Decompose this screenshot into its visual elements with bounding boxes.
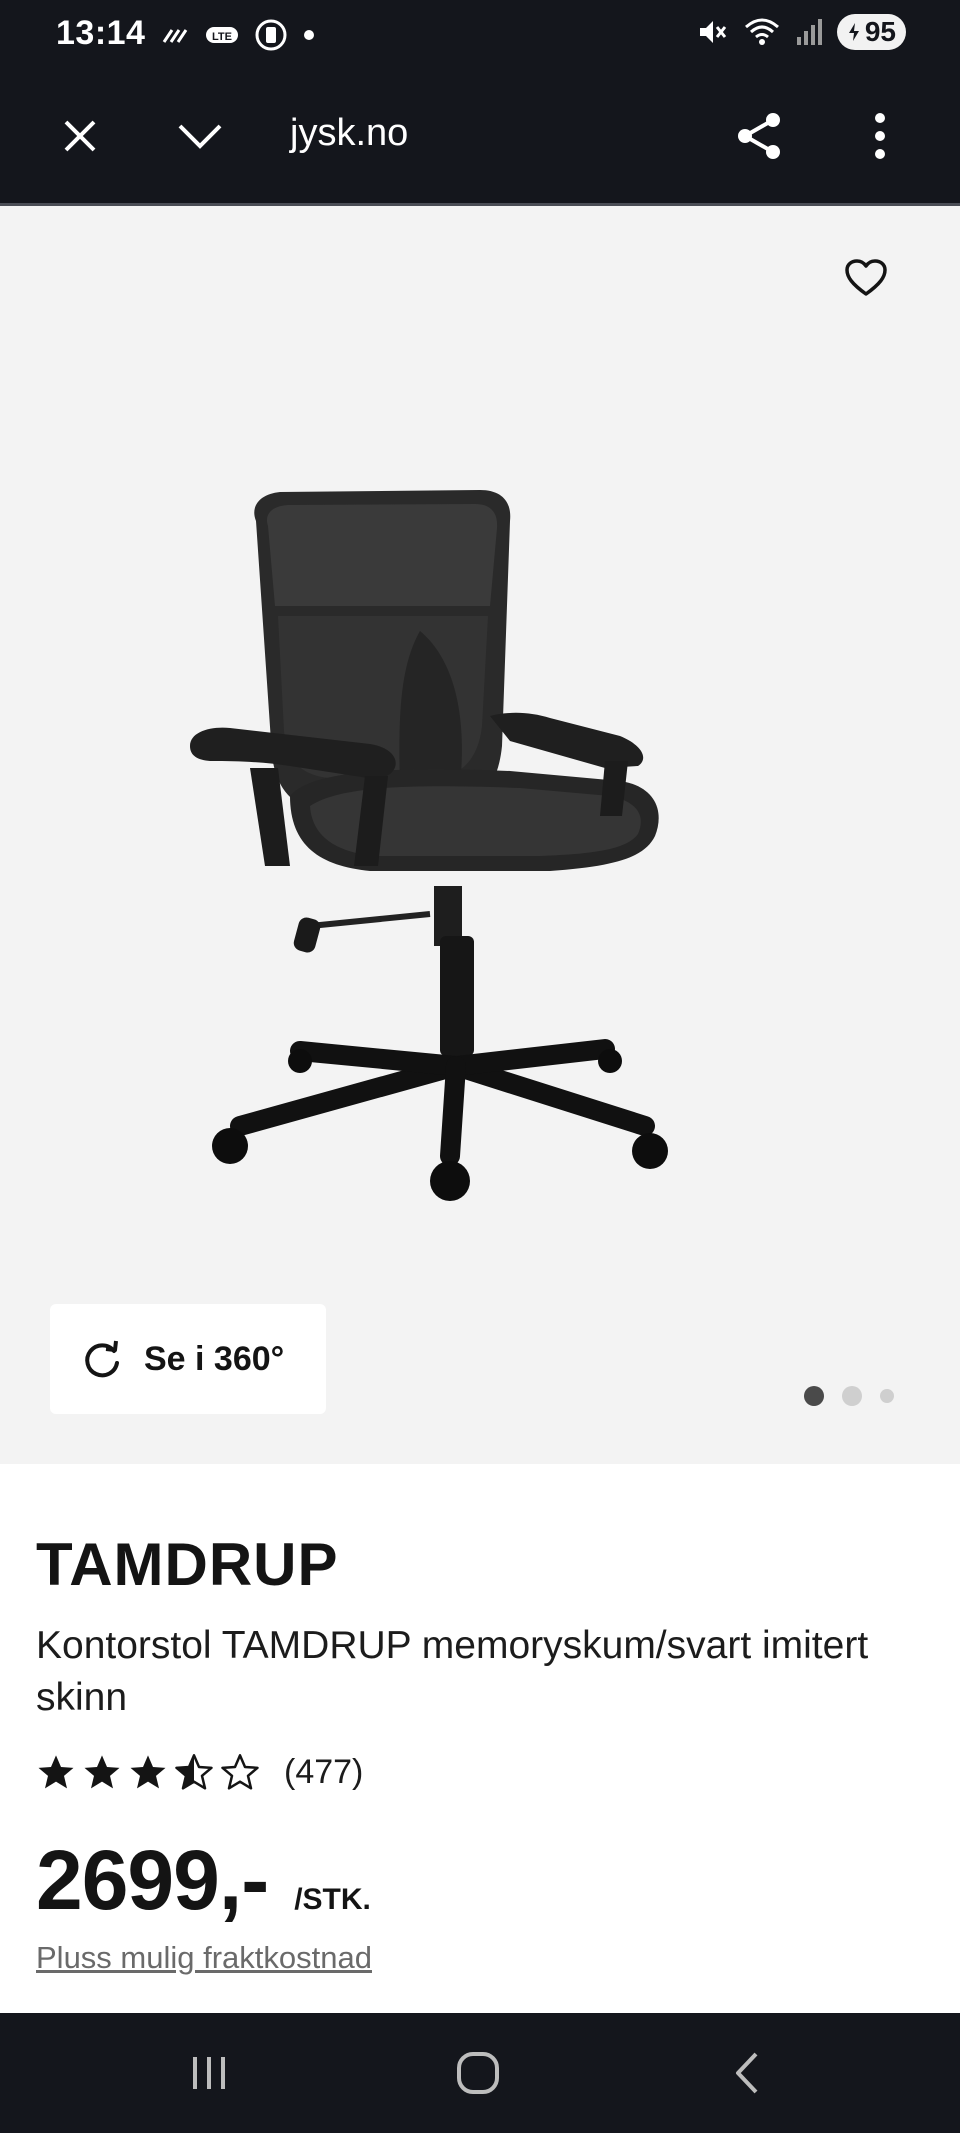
star-full-icon [130,1755,166,1789]
status-time: 13:14 [56,14,146,52]
chevron-down-icon [178,124,222,149]
product-price: 2699,- [36,1833,269,1927]
close-tab-button[interactable] [48,104,112,168]
data-badge-icon: LTE [206,27,238,43]
wifi-icon [744,18,779,45]
carousel-dot-2[interactable] [842,1386,862,1406]
product-description: Kontorstol TAMDRUP memoryskum/svart imit… [36,1624,869,1719]
more-menu-button[interactable] [848,104,912,168]
battery-indicator: 95 [836,14,906,50]
more-vertical-icon [875,113,885,159]
product-image [190,490,668,1201]
product-rating[interactable]: (477) [36,1752,363,1792]
favorite-button[interactable] [836,248,896,308]
recording-icon [255,19,287,51]
share-button[interactable] [728,104,792,168]
heart-icon [845,259,887,296]
view-360-button[interactable]: Se i 360° [50,1304,326,1414]
cell-signal-icon [796,19,822,45]
browser-toolbar: jysk.no [0,70,960,206]
star-full-icon [84,1755,120,1789]
price-unit: /STK. [294,1883,371,1916]
notification-dot-icon [304,30,314,40]
carousel-dot-3[interactable] [880,1389,894,1403]
carousel-dots [804,1386,894,1406]
product-brand: TAMDRUP [36,1531,339,1598]
star-full-icon [38,1755,74,1789]
rotate-icon [85,1340,119,1378]
signal-lines-icon [162,29,188,43]
share-icon [738,113,780,159]
recent-apps-icon [193,2057,225,2089]
status-right-icons: 95 [695,14,906,50]
battery-level: 95 [864,16,896,47]
close-icon [64,120,96,152]
view-360-label: Se i 360° [144,1339,285,1378]
svg-text:LTE: LTE [212,31,232,43]
mute-icon [699,21,727,43]
star-half-icon [175,1754,213,1790]
review-count[interactable]: (477) [284,1753,363,1792]
product-gallery[interactable]: Se i 360° [0,206,960,1464]
shipping-cost-link[interactable]: Pluss mulig fraktkostnad [36,1940,372,1976]
status-left-icons: LTE [160,18,316,52]
home-button[interactable] [443,2043,513,2103]
status-bar: 13:14 LTE 95 [0,0,960,70]
price-row: 2699,- /STK. [36,1832,371,1929]
back-icon [736,2052,758,2094]
recent-apps-button[interactable] [174,2043,244,2103]
system-nav-bar [0,2013,960,2133]
star-empty-icon [221,1754,259,1790]
back-button[interactable] [712,2043,782,2103]
battery-icon [848,23,859,41]
carousel-dot-1[interactable] [804,1386,824,1406]
url-text[interactable]: jysk.no [290,112,408,155]
home-icon [457,2052,499,2094]
collapse-button[interactable] [168,104,232,168]
